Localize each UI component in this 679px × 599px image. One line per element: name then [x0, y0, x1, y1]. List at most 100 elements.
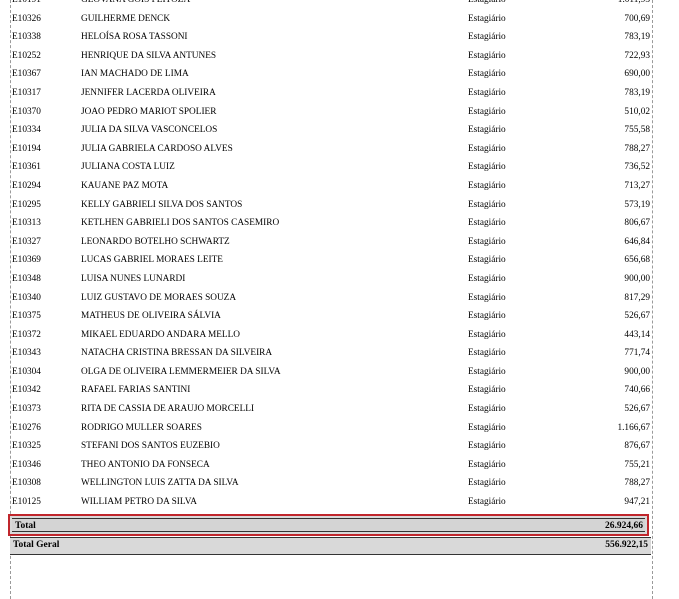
row-code: E10342	[12, 385, 41, 396]
row-code: E10295	[12, 199, 41, 210]
table-row: E10317 JENNIFER LACERDA OLIVEIRA Estagiári…	[12, 84, 650, 103]
row-code: E10372	[12, 329, 41, 340]
row-name: KELLY GABRIELI SILVA DOS SANTOS	[81, 199, 243, 210]
page-left-dashed-border	[10, 0, 11, 599]
table-row: E10373 RITA DE CASSIA DE ARAUJO MORCELLI E…	[12, 400, 650, 419]
row-role: Estagiário	[468, 404, 506, 415]
table-row: E10276 RODRIGO MULLER SOARES Estagiário 1.1…	[12, 419, 650, 438]
row-value: 783,19	[624, 32, 650, 43]
row-code: E10340	[12, 292, 41, 303]
table-row: E10361 JULIANA COSTA LUIZ Estagiário 736,52	[12, 158, 650, 177]
row-role: Estagiário	[468, 106, 506, 117]
row-value: 1.011,93	[617, 0, 650, 5]
row-role: Estagiário	[468, 0, 506, 5]
row-value: 876,67	[624, 441, 650, 452]
row-code: E10338	[12, 32, 41, 43]
row-code: E10375	[12, 311, 41, 322]
page-right-dashed-border	[652, 0, 653, 599]
row-code: E10346	[12, 459, 41, 470]
table-row: E10313 KETLHEN GABRIELI DOS SANTOS CASEMI…	[12, 214, 650, 233]
table-row: E10294 KAUANE PAZ MOTA Estagiário 713,27	[12, 177, 650, 196]
table-row: E10375 MATHEUS DE OLIVEIRA SÁLVIA Estagiár…	[12, 307, 650, 326]
grand-total-value: 556.922,15	[605, 540, 648, 550]
row-role: Estagiário	[468, 311, 506, 322]
row-name: HENRIQUE DA SILVA ANTUNES	[81, 50, 217, 61]
row-role: Estagiário	[468, 69, 506, 80]
row-name: OLGA DE OLIVEIRA LEMMERMEIER DA SILVA	[81, 366, 281, 377]
table-row: E10252 HENRIQUE DA SILVA ANTUNES Estagiári…	[12, 47, 650, 66]
row-value: 806,67	[624, 218, 650, 229]
row-role: Estagiário	[468, 329, 506, 340]
row-code: E10367	[12, 69, 41, 80]
row-name: LUISA NUNES LUNARDI	[81, 273, 186, 284]
row-name: NATACHA CRISTINA BRESSAN DA SILVEIRA	[81, 348, 273, 359]
row-name: IAN MACHADO DE LIMA	[81, 69, 189, 80]
row-value: 656,68	[624, 255, 650, 266]
table-row: E10308 WELLINGTON LUIS ZATTA DA SILVA Esta…	[12, 474, 650, 493]
row-name: JOAO PEDRO MARIOT SPOLIER	[81, 106, 217, 117]
table-row: E10346 THEO ANTONIO DA FONSECA Estagiário 7…	[12, 456, 650, 475]
row-role: Estagiário	[468, 180, 506, 191]
table-row: E10191 GEOVANA GOIS FEITOZA Estagiário 1.01…	[12, 0, 650, 10]
row-code: E10317	[12, 87, 41, 98]
row-name: JULIA GABRIELA CARDOSO ALVES	[81, 143, 233, 154]
row-role: Estagiário	[468, 162, 506, 173]
row-role: Estagiário	[468, 273, 506, 284]
row-code: E10191	[12, 0, 41, 5]
row-role: Estagiário	[468, 13, 506, 24]
row-role: Estagiário	[468, 199, 506, 210]
row-name: THEO ANTONIO DA FONSECA	[81, 459, 210, 470]
table-row: E10327 LEONARDO BOTELHO SCHWARTZ Estagiári…	[12, 233, 650, 252]
row-code: E10327	[12, 236, 41, 247]
table-row: E10295 KELLY GABRIELI SILVA DOS SANTOS Est…	[12, 196, 650, 215]
row-role: Estagiário	[468, 441, 506, 452]
row-value: 947,21	[624, 497, 650, 508]
row-value: 755,58	[624, 125, 650, 136]
row-code: E10304	[12, 366, 41, 377]
grand-total-row: Total Geral 556.922,15	[10, 537, 651, 555]
row-value: 700,69	[624, 13, 650, 24]
row-name: RITA DE CASSIA DE ARAUJO MORCELLI	[81, 404, 255, 415]
row-code: E10276	[12, 422, 41, 433]
row-value: 526,67	[624, 311, 650, 322]
table-row: E10338 HELOÍSA ROSA TASSONI Estagiário 783,…	[12, 28, 650, 47]
row-name: KAUANE PAZ MOTA	[81, 180, 169, 191]
row-value: 443,14	[624, 329, 650, 340]
row-role: Estagiário	[468, 478, 506, 489]
row-value: 646,84	[624, 236, 650, 247]
row-role: Estagiário	[468, 422, 506, 433]
total-row-highlight: Total 26.924,66	[8, 514, 649, 536]
table-row: E10334 JULIA DA SILVA VASCONCELOS Estagiár…	[12, 121, 650, 140]
row-name: GEOVANA GOIS FEITOZA	[81, 0, 191, 5]
row-role: Estagiário	[468, 87, 506, 98]
row-role: Estagiário	[468, 50, 506, 61]
row-role: Estagiário	[468, 385, 506, 396]
row-code: E10361	[12, 162, 41, 173]
row-name: RAFAEL FARIAS SANTINI	[81, 385, 191, 396]
row-code: E10325	[12, 441, 41, 452]
row-name: LEONARDO BOTELHO SCHWARTZ	[81, 236, 230, 247]
table-row: E10348 LUISA NUNES LUNARDI Estagiário 900,0…	[12, 270, 650, 289]
table-row: E10343 NATACHA CRISTINA BRESSAN DA SILVEI…	[12, 344, 650, 363]
row-role: Estagiário	[468, 348, 506, 359]
row-value: 510,02	[624, 106, 650, 117]
row-value: 740,66	[624, 385, 650, 396]
table-row: E10325 STEFANI DOS SANTOS EUZEBIO Estagiár…	[12, 437, 650, 456]
row-value: 783,19	[624, 87, 650, 98]
row-code: E10343	[12, 348, 41, 359]
row-name: JENNIFER LACERDA OLIVEIRA	[81, 87, 216, 98]
row-code: E10370	[12, 106, 41, 117]
report-rows: E10191 GEOVANA GOIS FEITOZA Estagiário 1.01…	[12, 0, 650, 512]
row-value: 900,00	[624, 273, 650, 284]
table-row: E10340 LUIZ GUSTAVO DE MORAES SOUZA Estagi…	[12, 289, 650, 308]
total-label: Total	[15, 521, 36, 531]
row-name: LUIZ GUSTAVO DE MORAES SOUZA	[81, 292, 237, 303]
row-value: 736,52	[624, 162, 650, 173]
table-row: E10367 IAN MACHADO DE LIMA Estagiário 690,0…	[12, 65, 650, 84]
table-row: E10125 WILLIAM PETRO DA SILVA Estagiário 94…	[12, 493, 650, 512]
total-row: Total 26.924,66	[12, 518, 645, 532]
grand-total-label: Total Geral	[13, 540, 60, 550]
row-value: 788,27	[624, 143, 650, 154]
row-name: RODRIGO MULLER SOARES	[81, 422, 202, 433]
total-value: 26.924,66	[605, 521, 643, 531]
